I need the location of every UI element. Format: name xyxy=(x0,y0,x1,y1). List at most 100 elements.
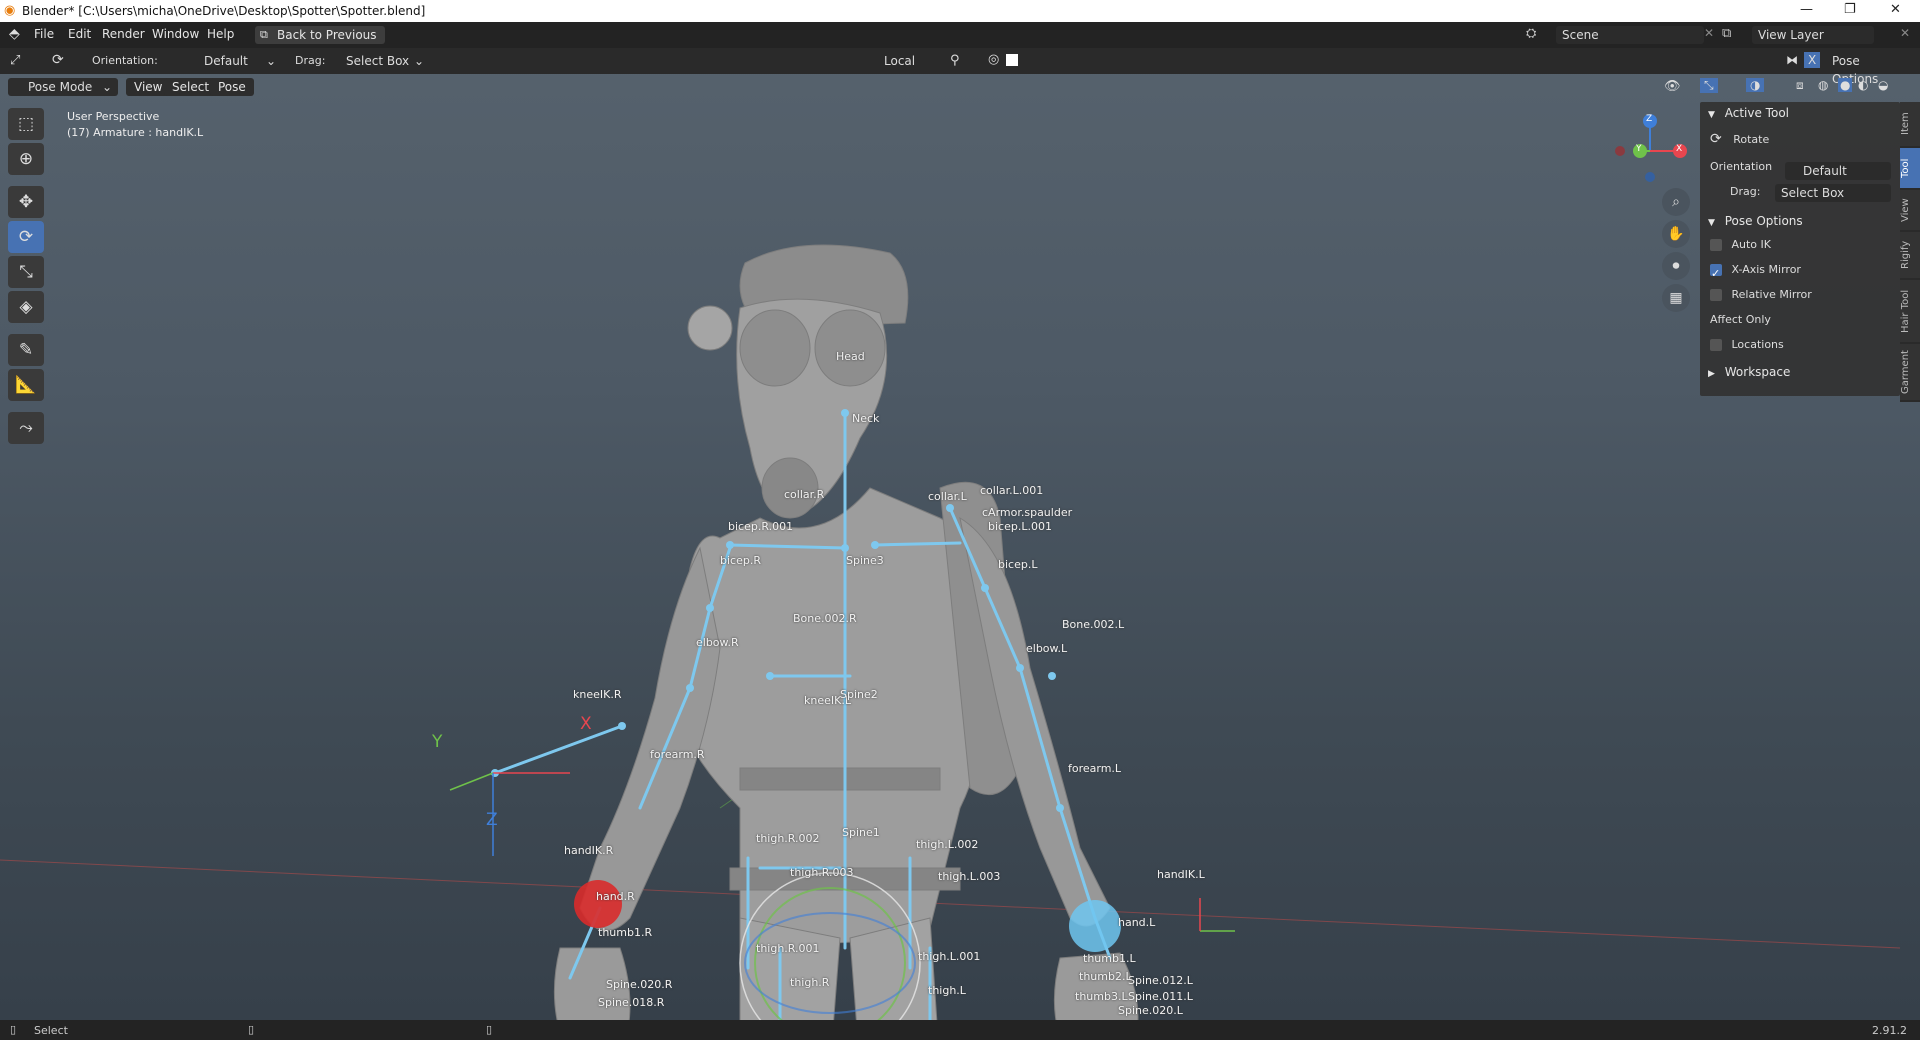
active-tool-row[interactable]: ⟳ Rotate xyxy=(1700,124,1900,154)
tool-settings-header: ⤢ ⟳ Orientation: Default ⌄ Drag: Select … xyxy=(0,48,1920,86)
scene-selector[interactable]: Scene xyxy=(1556,26,1704,44)
wireframe-shading-icon[interactable]: ◍ xyxy=(1818,78,1828,92)
rotate-icon[interactable]: ⟳ xyxy=(8,221,44,253)
rotate-tool-icon: ⟳ xyxy=(1710,131,1722,147)
move-icon[interactable]: ✥ xyxy=(8,186,44,218)
status-select-label: Select xyxy=(34,1024,68,1037)
gizmo-toggle-icon[interactable]: ⤡ xyxy=(1700,78,1718,93)
material-shading-icon[interactable]: ◐ xyxy=(1858,78,1868,92)
transform-pivot-dropdown[interactable]: Local xyxy=(862,52,942,70)
orientation-dropdown[interactable]: Default ⌄ xyxy=(182,52,282,70)
menu-edit[interactable]: Edit xyxy=(68,27,91,41)
tab-hair-tool[interactable]: Hair Tool xyxy=(1900,280,1920,342)
x-axis-mirror-checkbox[interactable]: X-Axis Mirror xyxy=(1700,257,1900,286)
maximize-button[interactable]: ❐ xyxy=(1844,2,1856,17)
sidebar-drag-dropdown[interactable]: Select Box xyxy=(1775,184,1891,202)
bone-label-head: Head xyxy=(836,350,865,363)
proportional-color-swatch[interactable] xyxy=(1006,54,1018,66)
pose-options-title: Pose Options xyxy=(1724,214,1803,228)
bone-label-thigh-r-002: thigh.R.002 xyxy=(756,832,820,845)
visibility-icon[interactable]: 👁 xyxy=(1664,79,1681,94)
camera-icon[interactable]: ⏺ xyxy=(1662,252,1690,280)
scale-icon[interactable]: ⤡ xyxy=(8,256,44,288)
bone-label-bicep-l: bicep.L xyxy=(998,558,1038,571)
tool-icon[interactable]: ⤢ xyxy=(10,53,20,68)
workspace-header[interactable]: ▶ Workspace xyxy=(1700,361,1900,383)
tab-tool[interactable]: Tool xyxy=(1900,148,1920,188)
solid-shading-icon[interactable]: ● xyxy=(1838,78,1853,92)
viewport-header: Pose Mode ⌄ View Select Pose 👁 ⤡ ◑ ⧈ ◍ ●… xyxy=(0,74,1920,102)
bone-label-thumb1-r: thumb1.R xyxy=(598,926,653,939)
expand-triangle-icon: ▼ xyxy=(1708,218,1715,228)
relax-pose-icon[interactable]: ⤳ xyxy=(8,412,44,444)
scene-close-icon[interactable]: ✕ xyxy=(1704,26,1714,40)
grid-perspective-icon[interactable]: ▦ xyxy=(1662,284,1690,312)
cursor-icon[interactable]: ⊕ xyxy=(8,143,44,175)
affect-only-label: Affect Only xyxy=(1710,313,1771,326)
bone-label-elbow-l: elbow.L xyxy=(1026,642,1068,655)
tab-view[interactable]: View xyxy=(1900,190,1920,230)
proportional-editing-icon[interactable]: ◎ xyxy=(988,52,999,67)
mirror-icon[interactable]: ⧓ xyxy=(1786,53,1798,67)
sidebar-orientation-dropdown[interactable]: Default xyxy=(1785,162,1891,180)
active-tool-header[interactable]: ▼ Active Tool xyxy=(1700,102,1900,124)
relative-mirror-checkbox[interactable]: Relative Mirror xyxy=(1700,282,1900,307)
pose-options-header[interactable]: ▼ Pose Options xyxy=(1700,210,1900,232)
select-box-icon[interactable]: ⬚ xyxy=(8,108,44,140)
measure-icon[interactable]: 📐 xyxy=(8,369,44,401)
transform-icon[interactable]: ◈ xyxy=(8,291,44,323)
scene-icon[interactable]: ⛭ xyxy=(1526,26,1536,41)
locations-label: Locations xyxy=(1731,338,1784,351)
bone-label-spine3: Spine3 xyxy=(846,554,884,567)
view-layer-close-icon[interactable]: ✕ xyxy=(1900,26,1910,40)
axis-label-y: Y xyxy=(432,732,443,752)
locations-checkbox[interactable]: Locations xyxy=(1700,332,1900,357)
bone-label-bone-002-r: Bone.002.R xyxy=(793,612,857,625)
snap-icon[interactable]: ⚲ xyxy=(950,53,960,68)
bone-label-thigh-l: thigh.L xyxy=(928,984,966,997)
bone-label-handik-r: handIK.R xyxy=(564,844,614,857)
annotate-icon[interactable]: ✎ xyxy=(8,334,44,366)
menu-file[interactable]: File xyxy=(34,27,54,41)
bone-label-kneeik-r: kneeIK.R xyxy=(573,688,622,701)
zoom-icon[interactable]: ⌕ xyxy=(1662,188,1690,216)
auto-ik-checkbox[interactable]: Auto IK xyxy=(1700,232,1900,257)
menu-render[interactable]: Render xyxy=(102,27,145,41)
bone-label-thigh-l-003: thigh.L.003 xyxy=(938,870,1001,883)
view-layer-icon[interactable]: ⧉ xyxy=(1722,26,1731,41)
mode-selector[interactable]: Pose Mode ⌄ xyxy=(8,78,118,96)
minimize-button[interactable]: — xyxy=(1800,2,1813,17)
view-layer-selector[interactable]: View Layer xyxy=(1752,26,1874,44)
blender-logo-icon: ◉ xyxy=(4,3,16,18)
overlay-toggle-icon[interactable]: ◑ xyxy=(1746,78,1765,92)
top-menu-bar: ⬘ File Edit Render Window Help ⧉ Back to… xyxy=(0,22,1920,48)
menu-help[interactable]: Help xyxy=(207,27,234,41)
back-to-previous-button[interactable]: ⧉ Back to Previous xyxy=(255,26,385,44)
xray-icon[interactable]: ⧈ xyxy=(1796,78,1804,93)
bone-label-spine-012-l: Spine.012.L xyxy=(1128,974,1193,987)
menu-window[interactable]: Window xyxy=(152,27,199,41)
bone-label-forearm-l: forearm.L xyxy=(1068,762,1122,775)
tab-item[interactable]: Item xyxy=(1900,102,1920,146)
x-axis-mirror-label: X-Axis Mirror xyxy=(1731,263,1801,276)
tab-rigify[interactable]: Rigify xyxy=(1900,232,1920,278)
bone-label-handik-l: handIK.L xyxy=(1157,868,1205,881)
navigation-gizmo[interactable]: Z X Y xyxy=(1610,103,1690,183)
3d-viewport[interactable]: User Perspective (17) Armature : handIK.… xyxy=(0,48,1920,1020)
drag-row-label: Drag: xyxy=(1730,185,1761,198)
drag-dropdown[interactable]: Select Box ⌄ xyxy=(340,52,430,70)
x-axis-toggle[interactable]: X xyxy=(1804,52,1821,68)
pan-hand-icon[interactable]: ✋ xyxy=(1662,220,1690,248)
close-button[interactable]: ✕ xyxy=(1890,2,1901,17)
menu-pose[interactable]: Pose xyxy=(210,78,254,96)
tab-garment[interactable]: Garment xyxy=(1900,344,1920,400)
blender-menu-icon[interactable]: ⬘ xyxy=(9,26,20,42)
bone-label-hand-l: hand.L xyxy=(1118,916,1156,929)
mouse-right-icon: ▯ xyxy=(486,1023,493,1036)
auto-ik-check-icon xyxy=(1710,239,1722,251)
rendered-shading-icon[interactable]: ◒ xyxy=(1878,78,1888,92)
gizmo-x-label: X xyxy=(1676,144,1683,154)
bone-label-thumb2-l: thumb2.L xyxy=(1079,970,1132,983)
pose-options-dropdown[interactable]: Pose Options xyxy=(1826,52,1914,86)
orientation-row: Orientation Default xyxy=(1700,154,1900,180)
